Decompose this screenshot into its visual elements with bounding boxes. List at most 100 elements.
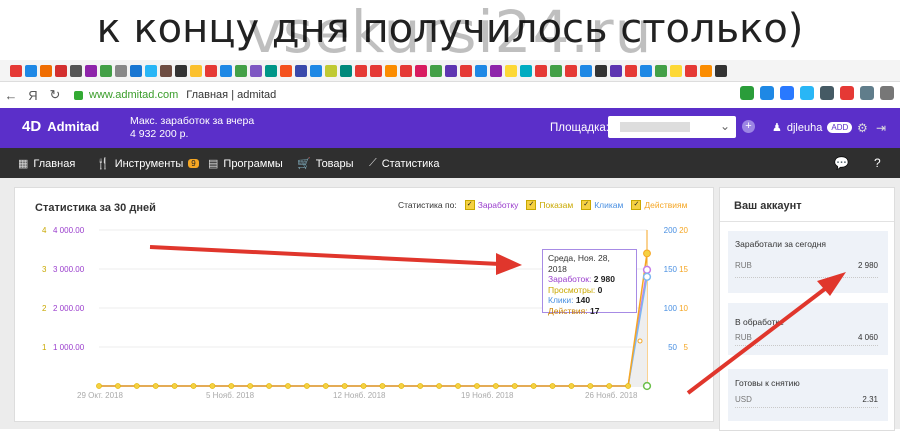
bookmark-icon[interactable] — [565, 64, 577, 77]
bookmark-icon[interactable] — [130, 64, 142, 77]
menu-item-statistics[interactable]: ⟋ Статистика — [369, 157, 439, 170]
bookmark-icon[interactable] — [700, 64, 712, 77]
tooltip-views-label: Просмотры: — [548, 284, 596, 295]
tools-icon: 🍴 — [96, 158, 110, 170]
legend-earnings[interactable]: ✓ Заработку — [464, 200, 518, 210]
platform-select[interactable]: ⌄ — [608, 116, 736, 138]
bookmark-icon[interactable] — [310, 64, 322, 77]
bookmark-icon[interactable] — [655, 64, 667, 77]
yandex-icon[interactable]: Я — [22, 88, 44, 103]
extension-icon[interactable] — [840, 86, 854, 100]
bookmark-icon[interactable] — [430, 64, 442, 77]
extension-icon[interactable] — [760, 86, 774, 100]
legend-views[interactable]: ✓ Показам — [526, 200, 573, 210]
bookmark-icon[interactable] — [535, 64, 547, 77]
bookmark-icon[interactable] — [715, 64, 727, 77]
bookmark-icon[interactable] — [85, 64, 97, 77]
extension-icon[interactable] — [740, 86, 754, 100]
bookmark-icon[interactable] — [250, 64, 262, 77]
bookmark-icon[interactable] — [205, 64, 217, 77]
extension-icon[interactable] — [800, 86, 814, 100]
bookmark-icon[interactable] — [235, 64, 247, 77]
extension-icon[interactable] — [780, 86, 794, 100]
divider — [735, 407, 878, 408]
bookmark-icon[interactable] — [595, 64, 607, 77]
bookmark-icon[interactable] — [580, 64, 592, 77]
bookmark-icon[interactable] — [25, 64, 37, 77]
legend-actions[interactable]: ✓ Действиям — [631, 200, 687, 210]
tools-count-badge: 9 — [188, 159, 199, 168]
menu-item-programs[interactable]: ▤ Программы — [208, 157, 283, 171]
bookmark-icon[interactable] — [115, 64, 127, 77]
bookmark-icon[interactable] — [550, 64, 562, 77]
bookmark-icon[interactable] — [490, 64, 502, 77]
bookmark-icon[interactable] — [10, 64, 22, 77]
legend-clicks[interactable]: ✓ Кликам — [581, 200, 623, 210]
bookmark-icon[interactable] — [175, 64, 187, 77]
grid-icon: ▦ — [18, 158, 29, 170]
url-text[interactable]: www.admitad.com — [89, 89, 178, 101]
data-point — [190, 383, 197, 389]
gear-icon[interactable]: ⚙ — [857, 121, 868, 135]
bookmark-icon[interactable] — [460, 64, 472, 77]
menu-item-tools[interactable]: 🍴 Инструменты 9 — [96, 157, 199, 170]
bookmark-icon[interactable] — [265, 64, 277, 77]
data-point — [398, 383, 405, 389]
menu-item-products[interactable]: 🛒 Товары — [297, 157, 354, 171]
data-point — [133, 383, 140, 389]
bookmark-icon[interactable] — [55, 64, 67, 77]
bookmark-icon[interactable] — [70, 64, 82, 77]
earnings-value: 4 932 200 р. — [130, 128, 189, 140]
bookmark-icon[interactable] — [355, 64, 367, 77]
bookmark-icon[interactable] — [640, 64, 652, 77]
y-tick-label: 5 — [684, 343, 689, 352]
extension-icon[interactable] — [820, 86, 834, 100]
bookmark-icon[interactable] — [385, 64, 397, 77]
data-point — [114, 383, 121, 389]
data-point — [455, 383, 461, 389]
bookmark-icon[interactable] — [685, 64, 697, 77]
back-icon[interactable]: ← — [0, 88, 22, 103]
bookmark-icon[interactable] — [370, 64, 382, 77]
bookmark-icon[interactable] — [505, 64, 517, 77]
chat-icon[interactable]: 💬 — [834, 156, 849, 170]
add-platform-button[interactable]: + — [742, 120, 755, 133]
help-icon[interactable]: ? — [874, 156, 881, 170]
today-earnings-box: Заработали за сегодня RUB 2 980 — [728, 231, 888, 293]
divider — [735, 345, 878, 346]
bookmark-icon[interactable] — [100, 64, 112, 77]
bookmark-icon[interactable] — [415, 64, 427, 77]
tooltip-actions: 17 — [589, 305, 600, 316]
reload-icon[interactable]: ↻ — [44, 87, 66, 103]
processing-box: В обработке RUB 4 060 — [728, 303, 888, 355]
bookmark-icon[interactable] — [445, 64, 457, 77]
bookmark-icon[interactable] — [610, 64, 622, 77]
menu-item-home[interactable]: ▦ Главная — [18, 157, 75, 171]
download-icon[interactable] — [880, 86, 894, 100]
tooltip-date: Среда, Ноя. 28, 2018 — [548, 253, 610, 274]
extension-icon[interactable] — [860, 86, 874, 100]
bookmark-icon[interactable] — [325, 64, 337, 77]
bookmark-icon[interactable] — [280, 64, 292, 77]
user-menu[interactable]: ♟ djleuha ADD — [772, 121, 853, 134]
tooltip-earnings-label: Заработок: — [548, 274, 592, 285]
bookmark-icon[interactable] — [625, 64, 637, 77]
bookmark-icon[interactable] — [475, 64, 487, 77]
y-tick-label: 100 — [664, 304, 678, 313]
bookmark-icon[interactable] — [220, 64, 232, 77]
bookmark-icon[interactable] — [670, 64, 682, 77]
account-title: Ваш аккаунт — [734, 200, 802, 212]
bookmark-icon[interactable] — [160, 64, 172, 77]
bookmark-icon[interactable] — [520, 64, 532, 77]
logout-icon[interactable]: ⇥ — [876, 121, 886, 135]
bookmark-icon[interactable] — [295, 64, 307, 77]
bookmark-icon[interactable] — [340, 64, 352, 77]
data-point — [322, 383, 329, 389]
bookmark-icon[interactable] — [145, 64, 157, 77]
tooltip-clicks: 140 — [575, 295, 591, 306]
bookmark-icon[interactable] — [400, 64, 412, 77]
bookmark-icon[interactable] — [190, 64, 202, 77]
admitad-logo[interactable]: 4D Admitad — [22, 118, 99, 135]
bookmark-icon[interactable] — [40, 64, 52, 77]
data-point — [360, 383, 367, 389]
